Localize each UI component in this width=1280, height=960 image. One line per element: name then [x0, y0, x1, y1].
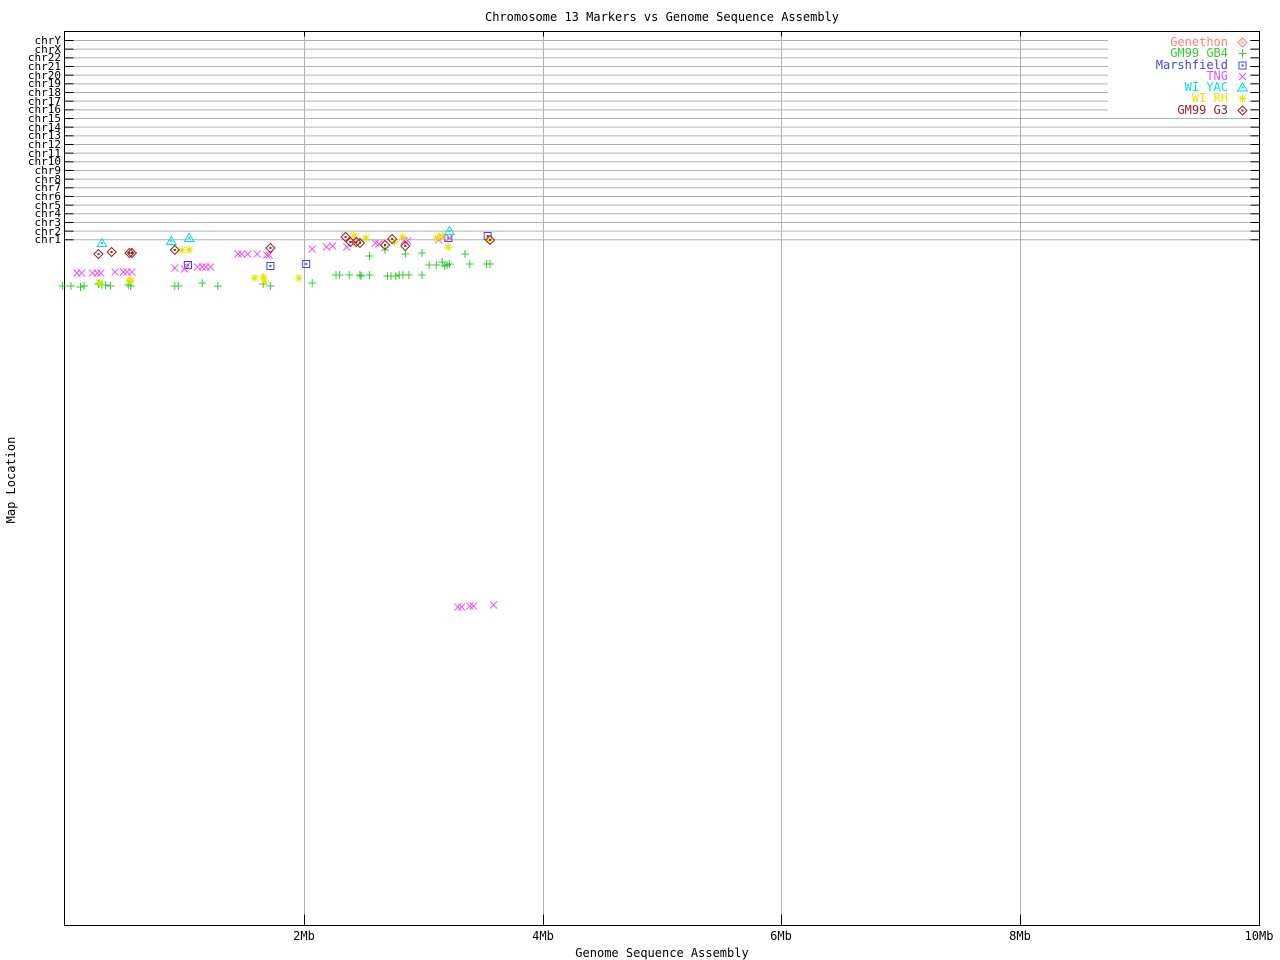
marker-point	[345, 271, 354, 279]
chart: Chromosome 13 Markers vs Genome Sequence…	[0, 0, 1280, 960]
marker-point	[266, 282, 275, 290]
legend-marker-icon	[1237, 105, 1248, 116]
marker-point	[126, 276, 135, 284]
marker-point	[93, 269, 102, 277]
plot-border	[64, 31, 1260, 926]
legend-marker-icon	[1237, 37, 1248, 48]
legend-marker-icon	[1238, 61, 1247, 70]
marker-point	[106, 282, 115, 290]
marker-point	[438, 232, 447, 240]
axis-ticks	[64, 31, 1260, 926]
x-tick-label: 6Mb	[770, 929, 792, 943]
marker-point	[95, 279, 104, 287]
marker-point	[111, 268, 119, 276]
marker-point	[489, 601, 498, 609]
marker-point	[243, 250, 252, 258]
marker-point	[365, 252, 374, 260]
legend-marker-icon	[1236, 82, 1249, 92]
y-tick-label: chr1	[34, 233, 62, 247]
legend-marker-icon	[1238, 94, 1247, 103]
marker-point	[355, 271, 364, 279]
legend-row: WI YAC	[1108, 81, 1250, 93]
marker-point	[444, 243, 453, 251]
marker-point	[418, 271, 426, 279]
marker-point	[169, 244, 181, 256]
x-tick-label: 2Mb	[293, 929, 315, 943]
marker-point	[198, 263, 207, 271]
marker-point	[457, 603, 466, 611]
legend-row: TNG	[1108, 70, 1250, 82]
marker-point	[77, 269, 86, 277]
scatter-series-gm99-g3	[93, 231, 496, 260]
gridlines	[64, 31, 1260, 926]
x-tick-label: 4Mb	[532, 929, 554, 943]
marker-point	[418, 249, 426, 257]
marker-point	[253, 250, 262, 258]
marker-point	[119, 268, 128, 276]
marker-point	[398, 233, 407, 241]
marker-point	[265, 242, 276, 254]
marker-point	[58, 282, 67, 290]
marker-point	[308, 245, 317, 253]
plot-area	[58, 31, 1260, 926]
marker-point	[237, 250, 246, 258]
marker-point	[206, 263, 215, 271]
marker-point	[234, 250, 242, 258]
marker-point	[76, 283, 85, 291]
marker-point	[365, 271, 374, 279]
marker-point	[465, 602, 474, 610]
marker-point	[260, 277, 269, 285]
marker-point	[165, 235, 177, 245]
marker-point	[342, 243, 351, 251]
legend-marker-icon	[1238, 49, 1247, 58]
marker-point	[335, 271, 344, 279]
marker-point	[250, 274, 259, 282]
marker-point	[185, 246, 194, 254]
marker-point	[443, 225, 456, 235]
marker-point	[328, 242, 337, 250]
marker-point	[425, 261, 434, 269]
marker-point	[465, 260, 474, 268]
marker-point	[170, 264, 179, 272]
legend-label: GM99 G3	[1177, 102, 1228, 117]
marker-point	[213, 282, 222, 290]
marker-point	[469, 602, 478, 610]
marker-point	[183, 232, 195, 242]
marker-point	[453, 603, 462, 611]
marker-point	[198, 279, 207, 287]
marker-point	[308, 279, 317, 287]
marker-point	[106, 246, 117, 258]
scatter-series-tng	[73, 233, 498, 611]
x-axis-title: Genome Sequence Assembly	[575, 946, 749, 960]
marker-point	[302, 260, 311, 268]
marker-point	[295, 274, 303, 282]
legend-row: Marshfield	[1108, 59, 1250, 71]
marker-point	[174, 282, 183, 290]
legend-row: GM99 G3	[1108, 102, 1250, 117]
marker-point	[486, 260, 495, 268]
marker-point	[461, 250, 469, 258]
marker-point	[361, 234, 370, 242]
marker-point	[266, 262, 275, 270]
marker-point	[67, 282, 75, 290]
marker-point	[404, 271, 413, 279]
x-tick-label: 10Mb	[1244, 929, 1274, 943]
marker-point	[93, 248, 104, 260]
marker-point	[391, 272, 400, 280]
marker-point	[96, 269, 105, 277]
marker-point	[128, 268, 136, 276]
x-tick-label: 8Mb	[1009, 929, 1031, 943]
marker-point	[80, 282, 89, 290]
marker-point	[357, 272, 366, 280]
marker-point	[101, 281, 110, 289]
legend-marker-icon	[1238, 72, 1247, 81]
legend: Genethon GM99 GB4 Marshfield TNG WI YAC WI RH…	[1108, 36, 1250, 118]
